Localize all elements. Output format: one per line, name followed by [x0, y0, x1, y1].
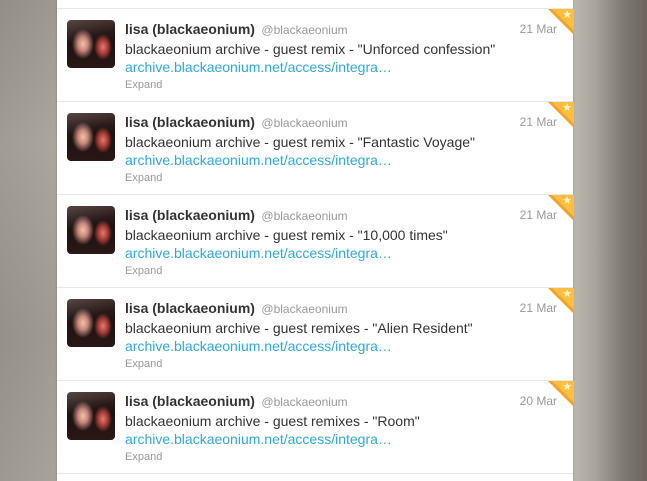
- star-icon: ★: [562, 102, 572, 114]
- avatar[interactable]: [67, 299, 115, 347]
- tweet-item[interactable]: lisa (blackaeonium) @blackaeonium 20 Mar…: [57, 381, 574, 474]
- expand-link[interactable]: Expand: [125, 78, 162, 92]
- tweet-text: blackaeonium archive - guest remixes - "…: [125, 413, 420, 429]
- tweet-link[interactable]: archive.blackaeonium.net/access/integra…: [125, 58, 392, 76]
- tweet-text: blackaeonium archive - guest remix - "10…: [125, 227, 448, 243]
- tweet-handle[interactable]: @blackaeonium: [261, 395, 347, 409]
- tweet-fullname[interactable]: lisa (blackaeonium): [125, 300, 255, 316]
- tweet-text: blackaeonium archive - guest remixes - "…: [125, 320, 473, 336]
- favorite-indicator: ★: [548, 9, 574, 35]
- tweet-link[interactable]: archive.blackaeonium.net/access/integra…: [125, 151, 392, 169]
- favorite-indicator: ★: [548, 381, 574, 407]
- tweet-timeline: lisa (blackaeonium) @blackaeonium 21 Mar…: [57, 0, 574, 481]
- tweet-header: lisa (blackaeonium) @blackaeonium: [125, 113, 348, 131]
- favorite-indicator: ★: [548, 102, 574, 128]
- tweet-handle[interactable]: @blackaeonium: [261, 209, 347, 223]
- tweet-item[interactable]: lisa (blackaeonium) @blackaeonium 21 Mar…: [57, 9, 574, 102]
- tweet-item[interactable]: lisa (blackaeonium) @blackaeonium 21 Mar…: [57, 102, 574, 195]
- expand-link[interactable]: Expand: [125, 171, 162, 185]
- favorite-indicator: ★: [548, 195, 574, 221]
- star-icon: ★: [562, 9, 572, 21]
- avatar[interactable]: [67, 20, 115, 68]
- tweet-header: lisa (blackaeonium) @blackaeonium: [125, 20, 348, 38]
- tweet-header: lisa (blackaeonium) @blackaeonium: [125, 206, 348, 224]
- tweet-header: lisa (blackaeonium) @blackaeonium: [125, 392, 348, 410]
- tweet-link[interactable]: archive.blackaeonium.net/access/integra…: [125, 430, 392, 448]
- expand-link[interactable]: Expand: [125, 357, 162, 371]
- tweet-fullname[interactable]: lisa (blackaeonium): [125, 207, 255, 223]
- tweet-text: blackaeonium archive - guest remix - "Fa…: [125, 134, 475, 150]
- favorite-indicator: ★: [548, 288, 574, 314]
- tweet-fullname[interactable]: lisa (blackaeonium): [125, 393, 255, 409]
- avatar[interactable]: [67, 113, 115, 161]
- expand-link[interactable]: Expand: [125, 264, 162, 278]
- expand-link[interactable]: Expand: [125, 450, 162, 464]
- tweet-handle[interactable]: @blackaeonium: [261, 23, 347, 37]
- avatar[interactable]: [67, 206, 115, 254]
- star-icon: ★: [562, 195, 572, 207]
- tweet-item[interactable]: lisa (blackaeonium) @blackaeonium 21 Mar…: [57, 288, 574, 381]
- tweet-header: lisa (blackaeonium) @blackaeonium: [125, 299, 348, 317]
- tweet-text: blackaeonium archive - guest remix - "Un…: [125, 41, 496, 57]
- star-icon: ★: [562, 288, 572, 300]
- background-left: [0, 0, 57, 481]
- tweet-link[interactable]: archive.blackaeonium.net/access/integra…: [125, 244, 392, 262]
- tweet-item[interactable]: lisa (blackaeonium) @blackaeonium 21 Mar…: [57, 195, 574, 288]
- avatar[interactable]: [67, 392, 115, 440]
- background-right: [573, 0, 647, 481]
- tweet-handle[interactable]: @blackaeonium: [261, 116, 347, 130]
- star-icon: ★: [562, 381, 572, 393]
- tweet-handle[interactable]: @blackaeonium: [261, 302, 347, 316]
- tweet-fullname[interactable]: lisa (blackaeonium): [125, 21, 255, 37]
- tweet-fullname[interactable]: lisa (blackaeonium): [125, 114, 255, 130]
- tweet-link[interactable]: archive.blackaeonium.net/access/integra…: [125, 337, 392, 355]
